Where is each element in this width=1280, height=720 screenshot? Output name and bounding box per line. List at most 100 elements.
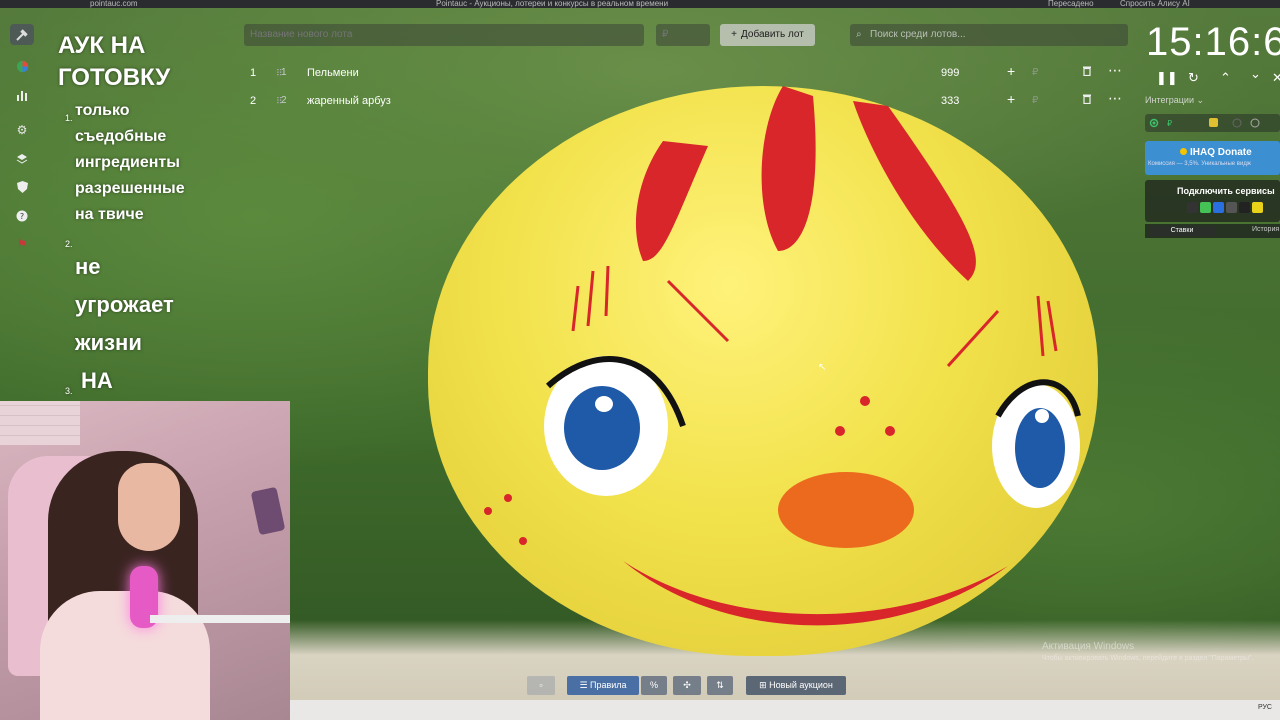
trash-icon[interactable] bbox=[1082, 65, 1092, 79]
smiling-ball-image bbox=[428, 86, 1098, 656]
percent-icon[interactable]: % bbox=[641, 676, 667, 695]
list-item: 2 ⠿ 2 жаренный арбуз 333 + ₽ ⋯ bbox=[244, 89, 1124, 117]
layers-icon[interactable] bbox=[11, 149, 33, 169]
connect-services-card[interactable]: Подключить сервисы bbox=[1145, 180, 1280, 222]
rule-item: 3. НА bbox=[58, 362, 258, 400]
close-icon[interactable]: ✕ bbox=[1272, 70, 1280, 86]
add-amount-icon[interactable]: + bbox=[1007, 91, 1015, 107]
rule-text: только съедобные ингредиенты разрешенные… bbox=[75, 102, 185, 223]
ruble-icon[interactable]: ₽ bbox=[1032, 95, 1038, 106]
sort-icon[interactable]: ⇅ bbox=[707, 676, 733, 695]
donate-subtitle: Комиссия — 3,5%. Уникальные видж bbox=[1148, 161, 1251, 167]
rule-text: не угрожает жизни bbox=[75, 254, 174, 355]
trash-icon[interactable] bbox=[1082, 93, 1092, 107]
browser-tab-title[interactable]: Pointauc - Аукционы, лотереи и конкурсы … bbox=[436, 0, 668, 8]
lots-list: 1 ⠿ 1 Пельмени 999 + ₽ ⋯ 2 ⠿ 2 жаренный … bbox=[244, 61, 1124, 117]
add-lot-button[interactable]: + Добавить лот bbox=[720, 24, 815, 46]
bar-chart-icon[interactable] bbox=[11, 85, 33, 105]
lot-amount[interactable]: 333 bbox=[941, 95, 959, 107]
integrations-tabs: Ставки История bbox=[1145, 224, 1280, 238]
clipboard-icon[interactable]: ▫ bbox=[527, 676, 555, 695]
donate-title: IHAQ Donate bbox=[1190, 147, 1252, 158]
new-lot-name-input[interactable] bbox=[244, 24, 644, 46]
integrations-dropdown[interactable]: Интеграции ⌄ bbox=[1145, 95, 1204, 106]
timer-controls: ❚❚ ↻ ⌃ ⌄ ✕ bbox=[1152, 66, 1280, 88]
chevron-up-icon[interactable]: ⌃ bbox=[1220, 70, 1231, 86]
search-placeholder: Поиск среди лотов... bbox=[870, 29, 966, 40]
new-auction-button[interactable]: ⊞ Новый аукцион bbox=[746, 676, 846, 695]
app-sidebar: ⚙ ? ⚑ bbox=[0, 18, 44, 258]
restart-icon[interactable]: ↻ bbox=[1188, 70, 1199, 86]
rule-number: 1. bbox=[65, 113, 73, 123]
rule-item: 2. не угрожает жизни bbox=[58, 234, 193, 362]
mic-arm bbox=[150, 615, 290, 623]
shield-icon[interactable] bbox=[11, 177, 33, 197]
more-icon[interactable]: ⋯ bbox=[1108, 62, 1122, 79]
integrations-label: Интеграции bbox=[1145, 95, 1194, 105]
new-auction-icon: ⊞ bbox=[759, 680, 770, 690]
timer-display: 15:16:6 bbox=[1146, 20, 1280, 64]
rules-overlay: АУК НА ГОТОВКУ 1. только съедобные ингре… bbox=[58, 30, 258, 400]
rules-title: АУК НА ГОТОВКУ bbox=[58, 32, 171, 91]
service-icon[interactable] bbox=[1213, 202, 1224, 213]
svg-text:?: ? bbox=[20, 212, 24, 221]
lot-index: 2 bbox=[250, 95, 257, 107]
ruble-icon[interactable]: ₽ bbox=[1032, 67, 1038, 78]
new-auction-label: Новый аукцион bbox=[769, 680, 833, 690]
search-lots-input[interactable]: ⌕ Поиск среди лотов... bbox=[850, 24, 1128, 46]
rule-item: 1. только съедобные ингредиенты разрешен… bbox=[58, 98, 198, 228]
svg-text:₽: ₽ bbox=[1167, 119, 1172, 128]
browser-tab-strip[interactable]: pointauc.com Pointauc - Аукционы, лотере… bbox=[0, 0, 1280, 8]
system-tray-language[interactable]: РУС bbox=[1258, 704, 1272, 711]
chevron-down-icon: ⌄ bbox=[1196, 95, 1205, 105]
rules-button[interactable]: ☰ Правила bbox=[567, 676, 639, 695]
browser-url[interactable]: pointauc.com bbox=[90, 0, 138, 8]
service-icon[interactable] bbox=[1252, 202, 1263, 213]
connect-services-title: Подключить сервисы bbox=[1177, 186, 1275, 196]
add-amount-icon[interactable]: + bbox=[1007, 63, 1015, 79]
lot-amount[interactable]: 999 bbox=[941, 67, 959, 79]
flag-icon[interactable]: ⚑ bbox=[11, 234, 33, 254]
gear-icon[interactable]: ⚙ bbox=[11, 120, 33, 140]
rule-number: 2. bbox=[65, 239, 73, 249]
donate-logo-icon bbox=[1180, 148, 1187, 155]
donate-integration-card[interactable]: IHAQ Donate Комиссия — 3,5%. Уникальные … bbox=[1145, 141, 1280, 175]
service-icon[interactable] bbox=[1226, 202, 1237, 213]
lot-index: 1 bbox=[250, 67, 257, 79]
browser-right-tab-2[interactable]: Спросить Алису AI bbox=[1120, 0, 1190, 8]
lot-id: 2 bbox=[281, 95, 287, 106]
browser-right-tab-1[interactable]: Пересадено bbox=[1048, 0, 1094, 8]
service-icon[interactable] bbox=[1200, 202, 1211, 213]
lot-name[interactable]: жаренный арбуз bbox=[307, 95, 391, 107]
tab-bids[interactable]: Ставки bbox=[1149, 226, 1215, 236]
rule-text: НА bbox=[81, 368, 113, 393]
more-icon[interactable]: ⋯ bbox=[1108, 90, 1122, 107]
hammer-logo[interactable] bbox=[10, 24, 34, 46]
tab-history[interactable]: История bbox=[1252, 226, 1279, 233]
pie-chart-icon[interactable] bbox=[11, 56, 33, 76]
streamer-shirt bbox=[40, 591, 210, 720]
integration-status-row: ₽ bbox=[1145, 114, 1280, 132]
list-icon: ☰ bbox=[579, 680, 591, 690]
lot-id: 1 bbox=[281, 67, 287, 78]
add-lot-label: Добавить лот bbox=[741, 29, 804, 40]
chevron-down-icon[interactable]: ⌄ bbox=[1250, 66, 1261, 82]
bottom-toolbar: ▫ ☰ Правила % ✣ ⇅ ⊞ Новый аукцион bbox=[527, 676, 847, 695]
windows-taskbar: РУС bbox=[290, 700, 1280, 720]
search-icon: ⌕ bbox=[856, 29, 862, 40]
new-lot-amount-input[interactable] bbox=[656, 24, 710, 46]
rules-label: Правила bbox=[590, 680, 627, 690]
list-item: 1 ⠿ 1 Пельмени 999 + ₽ ⋯ bbox=[244, 61, 1124, 89]
windows-activation-title: Активация Windows bbox=[1042, 641, 1135, 652]
webcam-feed bbox=[0, 401, 290, 720]
service-icon[interactable] bbox=[1187, 202, 1198, 213]
lot-name[interactable]: Пельмени bbox=[307, 67, 359, 79]
streamer-face bbox=[118, 463, 180, 551]
move-icon[interactable]: ✣ bbox=[673, 676, 701, 695]
service-icon[interactable] bbox=[1239, 202, 1250, 213]
ball-face-drawing bbox=[484, 86, 1081, 626]
help-icon[interactable]: ? bbox=[11, 206, 33, 226]
brick-wall bbox=[0, 401, 80, 445]
pause-icon[interactable]: ❚❚ bbox=[1156, 70, 1178, 86]
phone bbox=[250, 486, 286, 536]
